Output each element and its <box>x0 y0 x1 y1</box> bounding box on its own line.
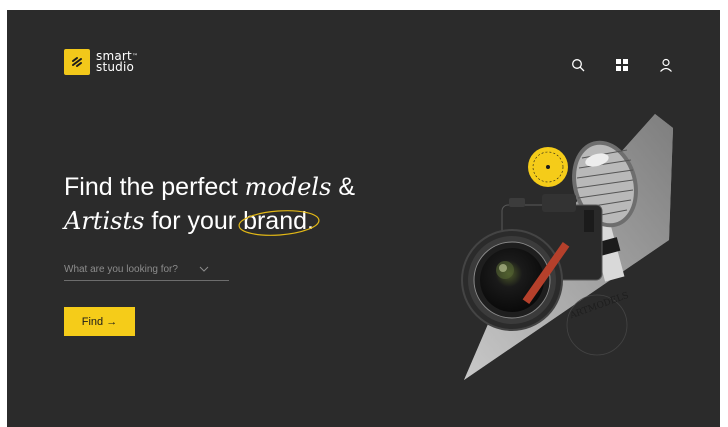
search-icon[interactable] <box>570 57 586 73</box>
headline-text-4: . <box>307 207 314 235</box>
headline-italic-artists: Artists <box>64 207 145 235</box>
logo-tm: ™ <box>131 53 139 60</box>
headline-italic-models: models <box>244 173 332 201</box>
search-input[interactable] <box>64 263 199 275</box>
headline-brand-highlight: brand <box>238 204 320 238</box>
brand-logo[interactable]: smart™ studio <box>64 49 138 75</box>
headline-text-3: for your <box>144 207 244 235</box>
camera-microphone-illustration: ARTMODELS <box>461 114 673 380</box>
hero-frame: smart™ studio Find the perfect models & … <box>7 10 720 427</box>
logo-mark-icon <box>64 49 90 75</box>
grid-icon[interactable] <box>614 57 630 73</box>
logo-text: smart™ studio <box>96 50 139 74</box>
find-button[interactable]: Find → <box>64 307 135 336</box>
headline-text-1: Find the perfect <box>64 173 245 201</box>
hero-headline: Find the perfect models & Artists for yo… <box>64 170 355 238</box>
headline-text-2: & <box>331 173 356 201</box>
header-icons <box>570 57 674 73</box>
logo-line2: studio <box>96 60 135 74</box>
chevron-down-icon <box>199 266 209 272</box>
headline-brand-word: brand <box>243 207 308 235</box>
user-icon[interactable] <box>658 57 674 73</box>
search-dropdown[interactable] <box>64 258 229 281</box>
